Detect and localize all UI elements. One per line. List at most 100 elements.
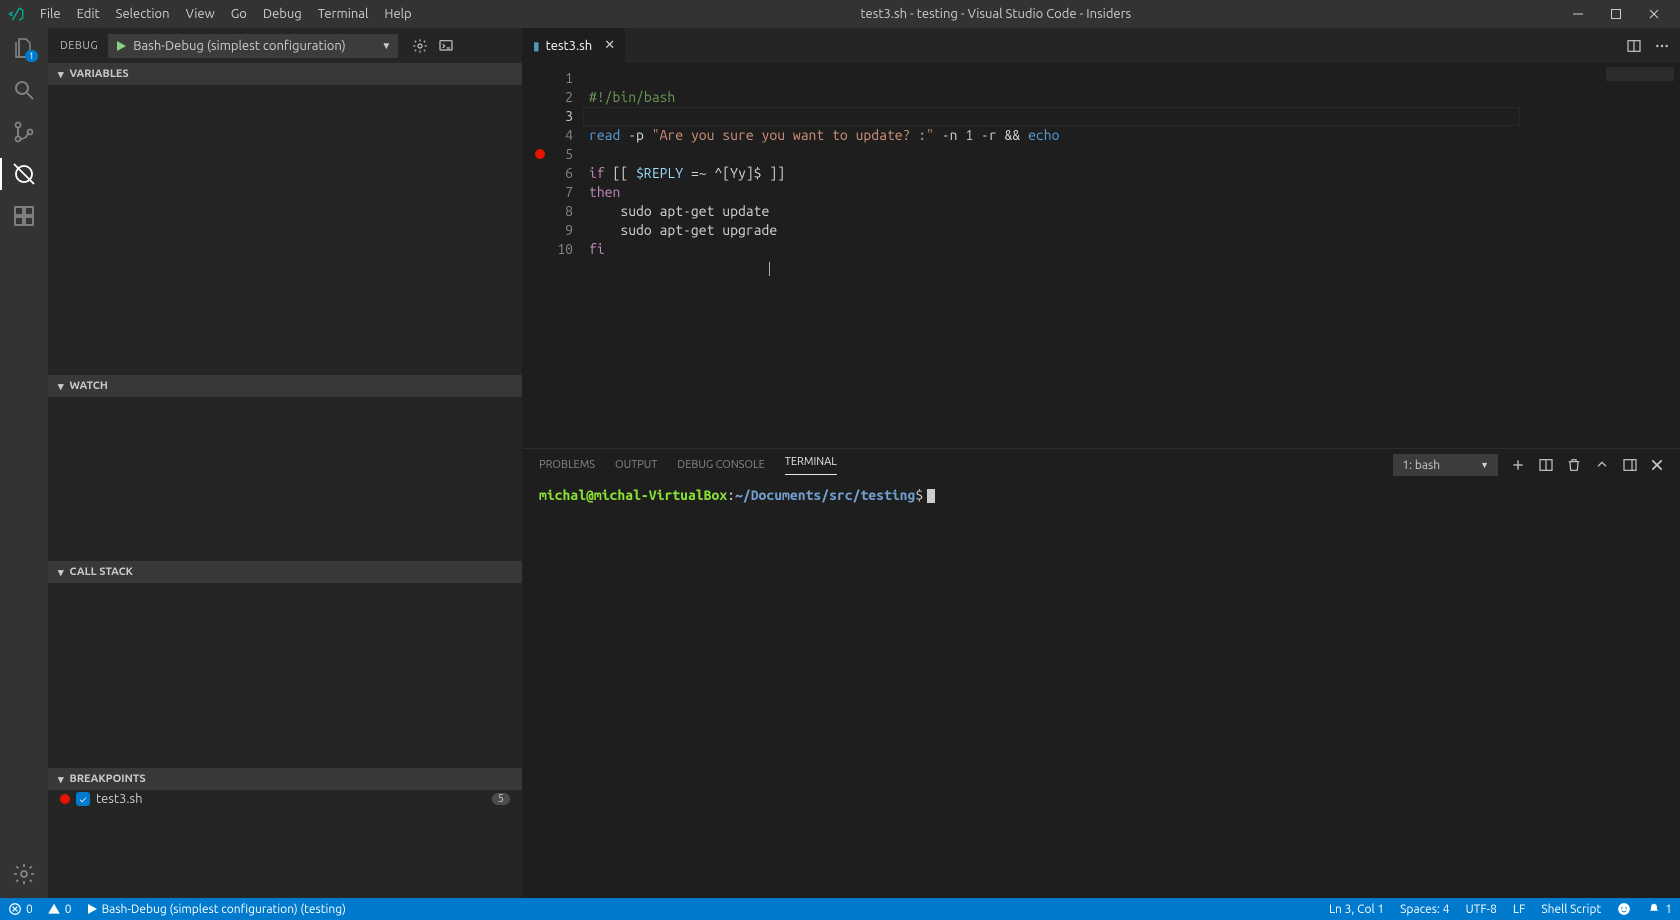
line-number[interactable]: 2 xyxy=(523,88,573,107)
section-watch-body xyxy=(48,397,522,561)
editor-area[interactable]: 1 2 3 4 5 6 7 8 9 10 #!/bin/bash read -p… xyxy=(523,63,1680,448)
vscode-insiders-logo-icon xyxy=(8,6,24,22)
debug-icon[interactable] xyxy=(12,162,36,186)
split-terminal-icon[interactable] xyxy=(1538,457,1554,473)
chevron-down-icon[interactable]: ▼ xyxy=(381,40,391,52)
menu-help[interactable]: Help xyxy=(376,3,419,25)
minimize-icon[interactable] xyxy=(1572,8,1596,20)
search-icon[interactable] xyxy=(12,78,36,102)
terminal-dollar: $ xyxy=(915,487,923,503)
window-controls xyxy=(1572,8,1672,20)
chevron-down-icon: ▾ xyxy=(58,68,64,81)
debug-settings-icon[interactable] xyxy=(412,38,428,54)
more-actions-icon[interactable] xyxy=(1654,38,1670,54)
panel-tabs: PROBLEMS OUTPUT DEBUG CONSOLE TERMINAL 1… xyxy=(523,449,1680,481)
section-breakpoints-header[interactable]: ▾ BREAKPOINTS xyxy=(48,768,522,790)
settings-gear-icon[interactable] xyxy=(12,862,36,886)
terminal-body[interactable]: michal@michal-VirtualBox:~/Documents/src… xyxy=(523,481,1680,898)
menu-go[interactable]: Go xyxy=(223,3,255,25)
menu-debug[interactable]: Debug xyxy=(255,3,310,25)
line-number[interactable]: 1 xyxy=(523,69,573,88)
terminal-select-label: 1: bash xyxy=(1402,459,1440,472)
status-warnings-count: 0 xyxy=(65,903,72,916)
panel-tab-problems[interactable]: PROBLEMS xyxy=(539,459,595,471)
status-warnings[interactable]: 0 xyxy=(47,902,72,916)
breakpoint-line-badge: 5 xyxy=(492,793,510,805)
extensions-icon[interactable] xyxy=(12,204,36,228)
activity-bar: 1 xyxy=(0,28,48,898)
code-token: -n xyxy=(934,127,965,143)
line-number[interactable]: 5 xyxy=(523,145,573,164)
split-editor-icon[interactable] xyxy=(1626,38,1642,54)
explorer-badge: 1 xyxy=(25,50,38,62)
line-number[interactable]: 9 xyxy=(523,221,573,240)
debug-label: DEBUG xyxy=(60,40,98,52)
kill-terminal-icon[interactable] xyxy=(1566,457,1582,473)
line-number[interactable]: 6 xyxy=(523,164,573,183)
status-eol[interactable]: LF xyxy=(1513,903,1525,916)
editor-tabs: ▮ test3.sh ✕ xyxy=(523,28,1680,63)
chevron-down-icon: ▾ xyxy=(58,566,64,579)
panel-tab-debugconsole[interactable]: DEBUG CONSOLE xyxy=(677,459,764,471)
new-terminal-icon[interactable] xyxy=(1510,457,1526,473)
current-line-highlight xyxy=(583,107,1520,126)
toggle-panel-icon[interactable] xyxy=(1622,457,1638,473)
line-gutter[interactable]: 1 2 3 4 5 6 7 8 9 10 xyxy=(523,63,583,448)
panel-tab-terminal[interactable]: TERMINAL xyxy=(785,456,837,475)
menu-selection[interactable]: Selection xyxy=(108,3,178,25)
menu-view[interactable]: View xyxy=(178,3,223,25)
debug-header: DEBUG Bash-Debug (simplest configuration… xyxy=(48,28,522,63)
close-tab-icon[interactable]: ✕ xyxy=(604,38,615,53)
terminal-select[interactable]: 1: bash ▼ xyxy=(1393,454,1498,476)
code-token: read xyxy=(589,127,620,143)
breakpoint-checkbox[interactable]: ✓ xyxy=(76,792,90,806)
menu-edit[interactable]: Edit xyxy=(69,3,108,25)
code-token: && xyxy=(1005,127,1021,143)
close-icon[interactable] xyxy=(1648,8,1672,20)
status-launch-config[interactable]: Bash-Debug (simplest configuration) (tes… xyxy=(86,903,346,916)
status-feedback-icon[interactable] xyxy=(1617,902,1631,916)
explorer-icon[interactable]: 1 xyxy=(12,36,36,60)
status-lncol[interactable]: Ln 3, Col 1 xyxy=(1329,903,1384,916)
chevron-down-icon: ▼ xyxy=(1480,460,1489,470)
source-control-icon[interactable] xyxy=(12,120,36,144)
statusbar: 0 0 Bash-Debug (simplest configuration) … xyxy=(0,898,1680,920)
code-token: then xyxy=(589,184,620,200)
panel-tab-output[interactable]: OUTPUT xyxy=(615,459,657,471)
debug-console-icon[interactable] xyxy=(438,38,454,54)
code-content[interactable]: #!/bin/bash read -p "Are you sure you wa… xyxy=(583,63,1600,448)
menubar: File Edit Selection View Go Debug Termin… xyxy=(32,3,420,25)
status-notifications[interactable]: 1 xyxy=(1647,902,1672,916)
start-debug-icon[interactable] xyxy=(115,40,127,52)
maximize-panel-icon[interactable] xyxy=(1594,457,1610,473)
section-variables-header[interactable]: ▾ VARIABLES xyxy=(48,63,522,85)
status-language[interactable]: Shell Script xyxy=(1541,903,1601,916)
debug-config-select[interactable]: Bash-Debug (simplest configuration) ▼ xyxy=(108,34,398,58)
text-cursor xyxy=(769,262,770,276)
line-number[interactable]: 8 xyxy=(523,202,573,221)
code-token: -p xyxy=(620,127,651,143)
section-callstack-label: CALL STACK xyxy=(70,566,133,578)
status-spaces[interactable]: Spaces: 4 xyxy=(1400,903,1449,916)
status-encoding[interactable]: UTF-8 xyxy=(1465,903,1496,916)
minimap[interactable] xyxy=(1600,63,1680,448)
editor-group: ▮ test3.sh ✕ 1 2 3 4 5 6 xyxy=(523,28,1680,898)
code-token: =~ ^[Yy]$ ]] xyxy=(683,165,785,181)
status-errors[interactable]: 0 xyxy=(8,902,33,916)
section-watch-header[interactable]: ▾ WATCH xyxy=(48,375,522,397)
line-number[interactable]: 3 xyxy=(523,107,573,126)
code-token: fi xyxy=(589,241,605,257)
section-callstack-header[interactable]: ▾ CALL STACK xyxy=(48,561,522,583)
section-breakpoints-label: BREAKPOINTS xyxy=(70,773,146,785)
maximize-icon[interactable] xyxy=(1610,8,1634,20)
editor-tab-test3[interactable]: ▮ test3.sh ✕ xyxy=(523,28,626,63)
menu-terminal[interactable]: Terminal xyxy=(310,3,377,25)
breakpoint-row[interactable]: ✓ test3.sh 5 xyxy=(48,790,522,808)
debug-sidebar: DEBUG Bash-Debug (simplest configuration… xyxy=(48,28,523,898)
section-callstack-body xyxy=(48,583,522,768)
close-panel-icon[interactable] xyxy=(1650,458,1664,472)
line-number[interactable]: 4 xyxy=(523,126,573,145)
menu-file[interactable]: File xyxy=(32,3,69,25)
line-number[interactable]: 7 xyxy=(523,183,573,202)
line-number[interactable]: 10 xyxy=(523,240,573,259)
